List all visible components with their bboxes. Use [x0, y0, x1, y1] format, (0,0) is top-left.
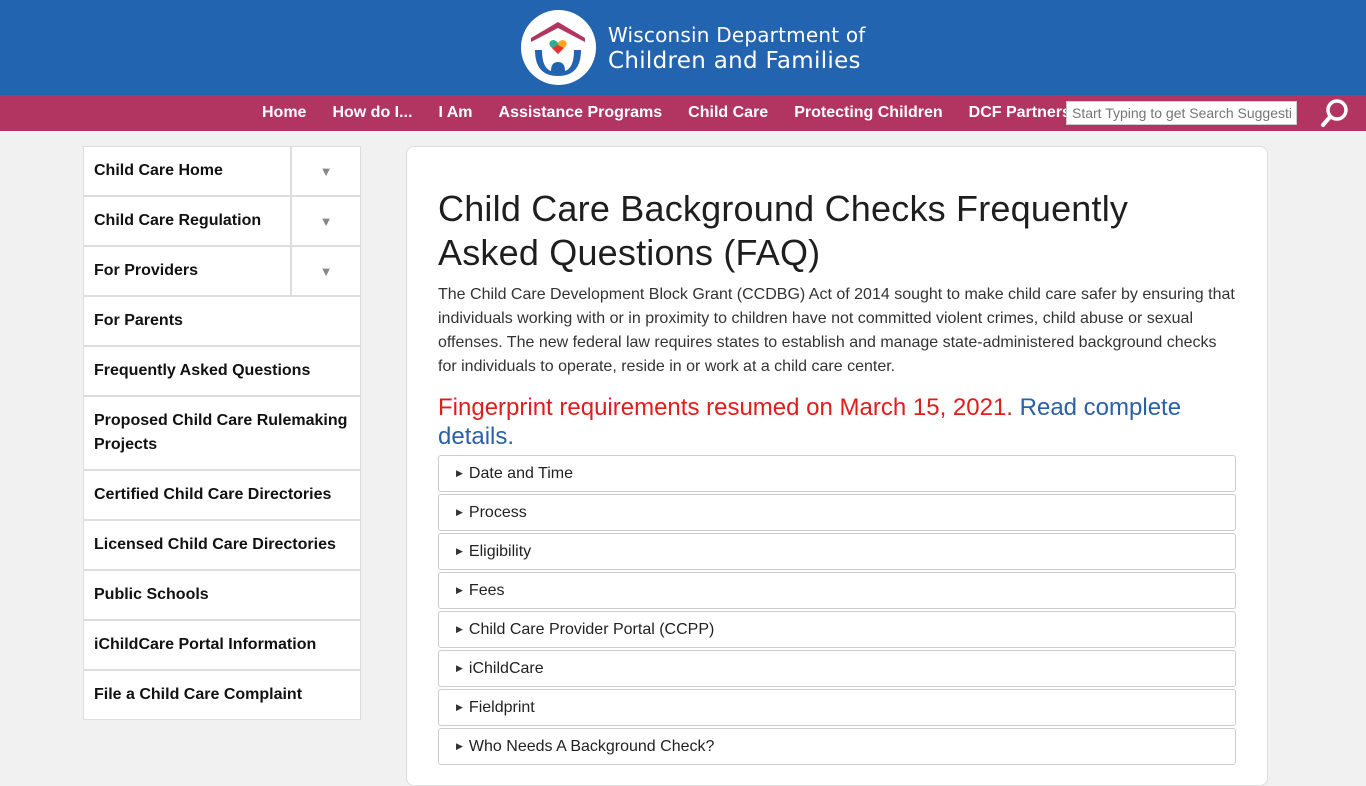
sidebar-item-rulemaking: Proposed Child Care Rulemaking Projects — [84, 397, 360, 471]
caret-down-icon: ▼ — [319, 213, 333, 229]
org-name-line2: Children and Families — [608, 47, 861, 74]
org-name-line1: Wisconsin Department of — [608, 22, 866, 47]
sidebar-item-child-care-home: Child Care Home ▼ — [84, 147, 360, 197]
accordion-item[interactable]: ▶ Who Needs A Background Check? — [438, 728, 1236, 765]
nav-how-do-i[interactable]: How do I... — [319, 104, 425, 122]
sidebar-item-ichildcare: iChildCare Portal Information — [84, 621, 360, 671]
sidebar-item-certified-directories: Certified Child Care Directories — [84, 471, 360, 521]
caret-right-icon: ▶ — [456, 468, 463, 478]
nav-dcf-partners[interactable]: DCF Partners — [956, 104, 1084, 122]
fingerprint-notice: Fingerprint requirements resumed on Marc… — [438, 393, 1236, 451]
notice-text: Fingerprint requirements resumed on Marc… — [438, 394, 1013, 421]
search-input[interactable] — [1066, 101, 1297, 125]
sidebar-link[interactable]: Proposed Child Care Rulemaking Projects — [84, 397, 360, 469]
nav-assistance-programs[interactable]: Assistance Programs — [486, 104, 676, 122]
sidebar-link[interactable]: For Providers — [84, 247, 290, 295]
sidebar-item-licensed-directories: Licensed Child Care Directories — [84, 521, 360, 571]
sidebar-link[interactable]: Child Care Home — [84, 147, 290, 195]
sidebar-link[interactable]: Frequently Asked Questions — [84, 347, 360, 395]
nav-child-care[interactable]: Child Care — [675, 104, 781, 122]
main-content: Child Care Background Checks Frequently … — [406, 146, 1268, 786]
caret-right-icon: ▶ — [456, 702, 463, 712]
expand-toggle[interactable]: ▼ — [290, 247, 360, 295]
sidebar-item-for-parents: For Parents — [84, 297, 360, 347]
accordion-label: Process — [468, 503, 527, 521]
nav-protecting-children[interactable]: Protecting Children — [781, 104, 955, 122]
accordion-label: Eligibility — [468, 542, 532, 560]
accordion-item[interactable]: ▶ Child Care Provider Portal (CCPP) — [438, 611, 1236, 648]
expand-toggle[interactable]: ▼ — [290, 147, 360, 195]
caret-right-icon: ▶ — [456, 546, 463, 556]
sidebar-link[interactable]: iChildCare Portal Information — [84, 621, 360, 669]
sidebar-item-for-providers: For Providers ▼ — [84, 247, 360, 297]
caret-down-icon: ▼ — [319, 263, 333, 279]
sidebar-link[interactable]: File a Child Care Complaint — [84, 671, 360, 719]
search-button[interactable] — [1318, 97, 1352, 129]
accordion-item[interactable]: ▶ Eligibility — [438, 533, 1236, 570]
accordion-label: Fees — [468, 581, 505, 599]
sidebar-item-public-schools: Public Schools — [84, 571, 360, 621]
sidebar-link[interactable]: Certified Child Care Directories — [84, 471, 360, 519]
accordion-item[interactable]: ▶ Fees — [438, 572, 1236, 609]
accordion-label: iChildCare — [468, 659, 544, 677]
accordion-label: Who Needs A Background Check? — [468, 737, 715, 755]
sidebar-link[interactable]: Public Schools — [84, 571, 360, 619]
nav-home[interactable]: Home — [249, 104, 319, 122]
dcf-logo[interactable]: Wisconsin Department of Children and Fam… — [521, 10, 866, 85]
logo-emblem-icon — [521, 10, 596, 85]
accordion-item[interactable]: ▶ iChildCare — [438, 650, 1236, 687]
page-title: Child Care Background Checks Frequently … — [438, 188, 1129, 273]
accordion-item[interactable]: ▶ Process — [438, 494, 1236, 531]
caret-right-icon: ▶ — [456, 663, 463, 673]
accordion-item[interactable]: ▶ Date and Time — [438, 455, 1236, 492]
intro-paragraph: The Child Care Development Block Grant (… — [438, 286, 1235, 375]
accordion-item[interactable]: ▶ Fieldprint — [438, 689, 1236, 726]
sidebar-nav: Child Care Home ▼ Child Care Regulation … — [83, 146, 361, 720]
sidebar-link[interactable]: Licensed Child Care Directories — [84, 521, 360, 569]
caret-right-icon: ▶ — [456, 507, 463, 517]
accordion-label: Child Care Provider Portal (CCPP) — [468, 620, 715, 638]
caret-right-icon: ▶ — [456, 741, 463, 751]
faq-accordion: ▶ Date and Time ▶ Process ▶ Eligibility ▶ Fe… — [438, 455, 1236, 765]
search-icon — [1321, 99, 1348, 127]
sidebar-item-faq: Frequently Asked Questions — [84, 347, 360, 397]
nav-i-am[interactable]: I Am — [425, 104, 485, 122]
sidebar-link[interactable]: Child Care Regulation — [84, 197, 290, 245]
sidebar-item-complaint: File a Child Care Complaint — [84, 671, 360, 719]
caret-down-icon: ▼ — [319, 163, 333, 179]
sidebar-item-child-care-regulation: Child Care Regulation ▼ — [84, 197, 360, 247]
sidebar-link[interactable]: For Parents — [84, 297, 360, 345]
caret-right-icon: ▶ — [456, 624, 463, 634]
accordion-label: Date and Time — [468, 464, 573, 482]
caret-right-icon: ▶ — [456, 585, 463, 595]
accordion-label: Fieldprint — [468, 698, 535, 716]
expand-toggle[interactable]: ▼ — [290, 197, 360, 245]
site-header: Wisconsin Department of Children and Fam… — [0, 0, 1366, 95]
